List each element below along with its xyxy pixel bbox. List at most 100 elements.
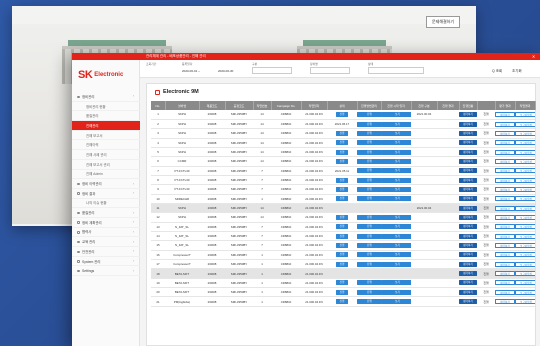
row-action-button[interactable]: 진행 xyxy=(357,299,381,305)
table-row[interactable]: 10 SDRECHR 2300I8 SMI-3350BY 1 CD8810 21.000.0… xyxy=(151,194,535,204)
row-action-button[interactable]: 평가하기 xyxy=(495,111,515,117)
row-action-button[interactable]: 진행 xyxy=(357,242,381,248)
column-header[interactable] xyxy=(477,101,496,110)
sidebar-item[interactable]: 품질관리 › xyxy=(72,208,140,218)
row-action-button[interactable]: 평가하기 xyxy=(495,261,515,267)
sidebar-item[interactable]: 나의 이슈 현황 xyxy=(72,199,140,209)
row-action-button[interactable]: 진행 xyxy=(357,233,381,239)
row-action-button[interactable]: 평가하기 xyxy=(459,177,477,183)
row-action-button[interactable]: 보기 xyxy=(381,233,411,239)
row-action-button[interactable]: 진행 xyxy=(357,158,381,164)
date-end-field[interactable]: 2020-06-30 xyxy=(218,69,233,73)
row-action-button[interactable]: 평가하기 xyxy=(459,289,477,295)
row-action-button[interactable]: 평가하기 xyxy=(459,205,477,211)
row-action-button[interactable]: 보고서작성 xyxy=(515,196,535,202)
row-action-button[interactable]: 평가하기 xyxy=(459,242,477,248)
row-action-button[interactable]: 평가하기 xyxy=(495,242,515,248)
sidebar-item[interactable]: 진해 보고서 xyxy=(72,131,140,141)
row-action-button[interactable]: 평가하기 xyxy=(459,140,477,146)
equipment-input[interactable] xyxy=(310,67,350,74)
row-action-button[interactable]: 평가하기 xyxy=(495,205,515,211)
row-action-button[interactable]: 평가하기 xyxy=(495,140,515,146)
row-action-button[interactable]: 진행 xyxy=(357,261,381,267)
row-action-button[interactable]: 보고서작성 xyxy=(515,271,535,277)
row-action-button[interactable]: 보기 xyxy=(381,168,411,174)
row-action-button[interactable]: 평가하기 xyxy=(495,168,515,174)
row-action-button[interactable]: 진행 xyxy=(357,177,381,183)
column-header[interactable]: No. xyxy=(151,101,166,110)
row-action-button[interactable]: 진행 xyxy=(335,261,349,267)
table-row[interactable]: 6 CCMR 2300I8 SMI-3350BY 14 CD8810 21.000.04.F… xyxy=(151,156,535,167)
row-action-button[interactable]: 보기 xyxy=(381,252,411,258)
row-action-button[interactable]: 보기 xyxy=(381,214,411,220)
row-action-button[interactable]: 보고서작성 xyxy=(515,242,535,248)
row-action-button[interactable]: 평가하기 xyxy=(459,271,477,277)
row-action-button[interactable]: 평가하기 xyxy=(459,299,477,305)
row-action-button[interactable]: 진행 xyxy=(357,252,381,258)
row-action-button[interactable]: 평가하기 xyxy=(495,214,515,220)
row-action-button[interactable]: 진행 xyxy=(357,186,381,192)
row-action-button[interactable]: 보고서작성 xyxy=(515,140,535,146)
row-action-button[interactable]: 보고서작성 xyxy=(515,224,535,230)
row-action-button[interactable]: 보기 xyxy=(381,289,411,295)
column-header[interactable]: 진행현황 xyxy=(459,101,478,110)
table-row[interactable]: 9 PT-FCTL30 2300I8 SMI-3350BY 7 CD8810 21.000.… xyxy=(151,184,535,195)
row-action-button[interactable]: 진행 xyxy=(335,214,349,220)
row-action-button[interactable]: 평가하기 xyxy=(459,158,477,164)
row-action-button[interactable]: 진행 xyxy=(335,149,349,155)
row-action-button[interactable]: 진행 xyxy=(335,233,349,239)
row-action-button[interactable]: 보기 xyxy=(381,261,411,267)
row-action-button[interactable]: 평가하기 xyxy=(459,168,477,174)
row-action-button[interactable]: 보고서작성 xyxy=(515,280,535,286)
row-action-button[interactable]: 진행 xyxy=(357,140,381,146)
landing-action-button[interactable]: 문제해결하기 xyxy=(426,16,460,28)
sidebar-item[interactable]: System 관리 › xyxy=(72,257,140,267)
row-action-button[interactable]: 진행 xyxy=(357,121,381,127)
row-action-button[interactable]: 보기 xyxy=(381,111,411,117)
sidebar-item[interactable]: 진해 사례 관리 xyxy=(72,150,140,160)
row-action-button[interactable]: 진행 xyxy=(335,299,349,305)
type-select[interactable] xyxy=(252,67,292,74)
reset-button[interactable]: 초기화 xyxy=(512,69,522,74)
row-action-button[interactable]: 보기 xyxy=(381,224,411,230)
column-header[interactable]: 평가 결과 xyxy=(495,101,516,110)
column-header[interactable]: 진행 시작 일자 xyxy=(381,101,412,110)
table-row[interactable]: 2 SKPH 2300I8 SMI-3350BY 14 CD8810 21.000.04.F… xyxy=(151,119,535,130)
table-row[interactable]: 21 PM(lngltube) 2300I8 SMI-3350BY 1 CD8810 21.… xyxy=(151,296,535,307)
row-action-button[interactable]: 보기 xyxy=(381,242,411,248)
row-action-button[interactable]: 평가하기 xyxy=(495,196,515,202)
table-row[interactable]: 7 PT-FCTL30 2300I8 SMI-3350BY 7 CD8810 21.000.… xyxy=(151,166,535,176)
row-action-button[interactable]: 평가하기 xyxy=(459,121,477,127)
table-row[interactable]: 18 BETA-MFT 2300I8 SMI-3350BY 1 CD8810 21.000.… xyxy=(151,268,535,279)
row-action-button[interactable]: 평가하기 xyxy=(495,252,515,258)
row-action-button[interactable]: 보기 xyxy=(381,149,411,155)
row-action-button[interactable]: 진행 xyxy=(335,242,349,248)
row-action-button[interactable]: 평가하기 xyxy=(495,224,515,230)
table-row[interactable]: 16 CompressorT 2300I8 SMI-3350BY 1 CD8810 21.0… xyxy=(151,250,535,261)
row-action-button[interactable]: 보고서작성 xyxy=(515,130,535,136)
table-row[interactable]: 19 BETA-MFT 2300I8 SMI-3350BY 1 CD8810 21.000.… xyxy=(151,278,535,289)
row-action-button[interactable]: 보기 xyxy=(381,130,411,136)
row-action-button[interactable]: 진행 xyxy=(335,158,349,164)
row-action-button[interactable]: 보기 xyxy=(381,121,411,127)
row-action-button[interactable]: 진행 xyxy=(357,196,381,202)
status-select[interactable] xyxy=(368,67,424,74)
row-action-button[interactable]: 보고서작성 xyxy=(515,214,535,220)
sidebar-item[interactable]: 진해이력 xyxy=(72,140,140,151)
table-row[interactable]: 11 SKPH 2300I8 SMI-3350BY 14 CD8810 21.000.04.… xyxy=(151,203,535,214)
row-action-button[interactable]: 평가하기 xyxy=(459,233,477,239)
sidebar-item[interactable]: 정비 결과 › xyxy=(72,189,140,199)
date-start-field[interactable]: 2020-06-01 ~ xyxy=(182,69,200,73)
sidebar-item[interactable]: 교육 관리 › xyxy=(72,237,140,247)
row-action-button[interactable]: 평가하기 xyxy=(495,130,515,136)
row-action-button[interactable]: 진행 xyxy=(335,289,349,295)
row-action-button[interactable]: 진행 xyxy=(357,289,381,295)
row-action-button[interactable]: 보고서작성 xyxy=(515,186,535,192)
close-icon[interactable]: ✕ xyxy=(531,54,536,59)
row-action-button[interactable]: 평가하기 xyxy=(495,149,515,155)
column-header[interactable]: 공정코드 xyxy=(225,101,254,110)
sidebar-item[interactable]: 협력사 › xyxy=(72,228,140,238)
table-row[interactable]: 3 SKPH 2300I8 SMI-3350BY 14 CD8810 21.000.04.F… xyxy=(151,128,535,139)
row-action-button[interactable]: 평가하기 xyxy=(495,271,515,277)
row-action-button[interactable]: 평가하기 xyxy=(495,158,515,164)
